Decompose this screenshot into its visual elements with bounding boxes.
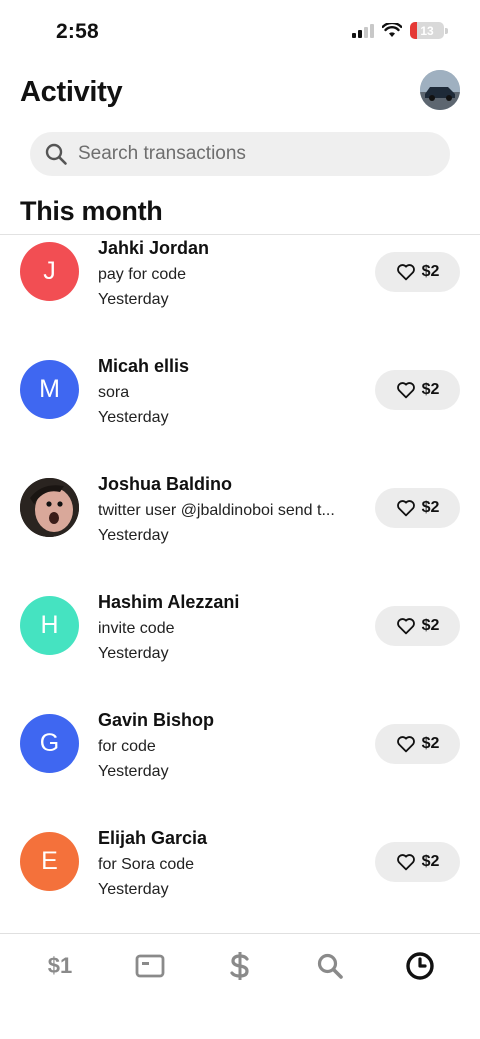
amount: $2 <box>421 617 440 634</box>
sender-name: Micah ellis <box>98 356 190 376</box>
avatar: H <box>20 596 79 655</box>
heart-icon <box>396 736 415 753</box>
header: Activity <box>20 70 460 114</box>
battery-icon: 13 <box>410 22 444 39</box>
transaction-note: sora <box>98 384 130 401</box>
sender-name: Elijah Garcia <box>98 828 208 848</box>
avatar: G <box>20 714 79 773</box>
like-button[interactable]: $2 <box>375 252 460 292</box>
tab-pay[interactable] <box>210 948 270 984</box>
search-bar[interactable] <box>30 132 450 176</box>
avatar: M <box>20 360 79 419</box>
car-photo-icon <box>420 70 460 110</box>
transaction-note: invite code <box>98 620 175 637</box>
avatar-initial: E <box>41 847 58 875</box>
card-icon <box>135 954 165 978</box>
transaction-row[interactable]: M Micah ellis sora Yesterday $2 <box>0 354 480 472</box>
amount: $2 <box>421 499 440 516</box>
clock-icon <box>406 952 434 980</box>
sender-name: Jahki Jordan <box>98 238 210 258</box>
cellular-signal-icon <box>352 23 374 38</box>
transaction-date: Yesterday <box>98 291 169 308</box>
wifi-icon <box>382 23 402 37</box>
transaction-note: for code <box>98 738 156 755</box>
tab-activity[interactable] <box>390 948 450 984</box>
transaction-date: Yesterday <box>98 409 169 426</box>
section-title: This month <box>20 196 163 226</box>
transaction-list: J Jahki Jordan pay for code Yesterday $2… <box>0 236 480 944</box>
transaction-date: Yesterday <box>98 881 169 898</box>
like-button[interactable]: $2 <box>375 488 460 528</box>
transaction-row[interactable]: E Elijah Garcia for Sora code Yesterday … <box>0 826 480 944</box>
status-icons: 13 <box>352 22 448 39</box>
sender-name: Joshua Baldino <box>98 474 233 494</box>
photo-avatar-icon <box>20 478 79 537</box>
avatar: E <box>20 832 79 891</box>
tab-discover[interactable] <box>300 948 360 984</box>
transaction-row[interactable]: G Gavin Bishop for code Yesterday $2 <box>0 708 480 826</box>
like-button[interactable]: $2 <box>375 370 460 410</box>
profile-avatar[interactable] <box>420 70 460 110</box>
avatar-initial: J <box>43 257 56 285</box>
transaction-row[interactable]: J Jahki Jordan pay for code Yesterday $2 <box>0 236 480 354</box>
transaction-date: Yesterday <box>98 763 169 780</box>
transaction-note: pay for code <box>98 266 187 283</box>
battery-level: 13 <box>420 23 434 38</box>
search-input[interactable] <box>78 143 418 165</box>
amount: $2 <box>421 853 440 870</box>
tab-bar: $1 <box>0 933 480 1039</box>
heart-icon <box>396 264 415 281</box>
heart-icon <box>396 500 415 517</box>
avatar <box>20 478 79 537</box>
heart-icon <box>396 854 415 871</box>
amount: $2 <box>421 263 440 280</box>
search-icon <box>317 953 343 979</box>
like-button[interactable]: $2 <box>375 724 460 764</box>
avatar-initial: H <box>40 611 59 639</box>
avatar-initial: G <box>39 729 60 757</box>
tab-card[interactable] <box>120 948 180 984</box>
avatar-initial: M <box>39 375 60 403</box>
like-button[interactable]: $2 <box>375 842 460 882</box>
sender-name: Gavin Bishop <box>98 710 215 730</box>
tab-money[interactable]: $1 <box>30 948 90 984</box>
heart-icon <box>396 382 415 399</box>
transaction-row[interactable]: Joshua Baldino twitter user @jbaldinoboi… <box>0 472 480 590</box>
transaction-date: Yesterday <box>98 645 169 662</box>
dollar-icon <box>230 952 249 980</box>
transaction-row[interactable]: H Hashim Alezzani invite code Yesterday … <box>0 590 480 708</box>
transaction-note: twitter user @jbaldinoboi send t... <box>98 502 335 519</box>
amount: $2 <box>421 381 440 398</box>
sender-name: Hashim Alezzani <box>98 592 240 612</box>
like-button[interactable]: $2 <box>375 606 460 646</box>
transaction-date: Yesterday <box>98 527 169 544</box>
transaction-note: for Sora code <box>98 856 195 873</box>
search-icon <box>45 143 67 165</box>
status-time: 2:58 <box>56 20 99 43</box>
amount: $2 <box>421 735 440 752</box>
page-title: Activity <box>20 76 123 108</box>
heart-icon <box>396 618 415 635</box>
status-bar: 2:58 13 <box>0 0 480 62</box>
avatar: J <box>20 242 79 301</box>
tab-money-label: $1 <box>47 953 73 978</box>
divider <box>0 234 480 235</box>
